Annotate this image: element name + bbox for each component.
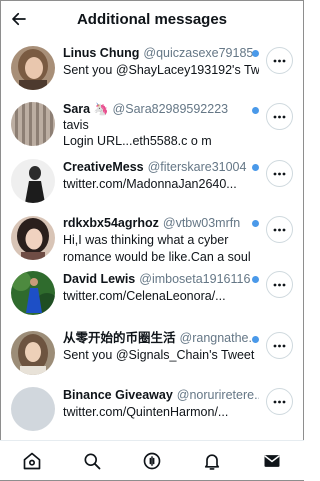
nav-home[interactable] (20, 449, 44, 473)
more-icon (273, 283, 286, 286)
sender-handle: @Sara82989592223 (112, 102, 229, 116)
message-preview: Sent you @Signals_Chain's Tweet (63, 348, 255, 362)
more-icon (273, 115, 286, 118)
home-icon (23, 452, 41, 470)
message-preview-line-2: romance would be like.Can a soul (63, 250, 251, 264)
more-options-button[interactable] (266, 160, 293, 187)
sender-name: Linus Chung (63, 46, 140, 60)
sender-name: rdkxbx54agrhoz (63, 216, 159, 230)
spaces-icon (143, 452, 161, 470)
sender-name: Sara (63, 102, 91, 116)
sender-handle: @imboseta1916116 (139, 272, 251, 286)
nav-spaces[interactable] (140, 449, 164, 473)
search-icon (84, 453, 101, 470)
unread-indicator (252, 276, 259, 283)
unread-indicator (252, 220, 259, 227)
page-title: Additional messages (76, 11, 228, 28)
more-icon (273, 172, 286, 175)
unread-indicator (252, 336, 259, 343)
message-preview: Sent you @ShayLacey193192's Tweet (63, 63, 259, 77)
conversation-row[interactable]: CreativeMess @fiterskare31004 twitter.com… (0, 157, 304, 213)
message-preview: twitter.com/MadonnaJan2640... (63, 177, 237, 191)
sender-name: David Lewis (63, 272, 136, 286)
avatar (11, 271, 55, 315)
avatar (11, 387, 55, 431)
nav-search[interactable] (80, 449, 104, 473)
conversation-row[interactable]: 从零开始的币圈生活 @rangnathe... Sent you @Signals… (0, 328, 304, 384)
notifications-icon (204, 454, 220, 470)
nav-notifications[interactable] (200, 449, 224, 473)
sender-name: CreativeMess (63, 160, 144, 174)
avatar (11, 159, 55, 203)
bottom-nav (0, 440, 304, 480)
sender-handle: @rangnathe... (179, 331, 259, 345)
unread-indicator (252, 164, 259, 171)
more-options-button[interactable] (266, 103, 293, 130)
unread-indicator (252, 50, 259, 57)
conversation-row[interactable]: Linus Chung @quiczasexe79185 Sent you @Sh… (0, 40, 304, 96)
message-preview-line-2: Login URL...eth5588.c o m (63, 134, 212, 148)
messages-icon (264, 455, 280, 467)
message-preview: twitter.com/QuintenHarmon/... (63, 405, 229, 419)
avatar (11, 216, 55, 260)
conversation-row[interactable]: Sara 🦄 @Sara82989592223 tavis Login URL..… (0, 99, 304, 155)
nav-messages[interactable] (260, 449, 284, 473)
sender-handle: @quiczasexe79185 (143, 46, 254, 60)
message-preview: twitter.com/CelenaLeonora/... (63, 289, 226, 303)
more-options-button[interactable] (266, 388, 293, 415)
sender-name: Binance Giveaway (63, 388, 173, 402)
more-icon (273, 228, 286, 231)
more-options-button[interactable] (266, 216, 293, 243)
sender-handle: @vtbw03mrfn (162, 216, 241, 230)
avatar (11, 331, 55, 375)
more-options-button[interactable] (266, 271, 293, 298)
avatar (11, 46, 55, 90)
sender-name: 从零开始的币圈生活 (63, 331, 176, 345)
message-preview-line-1: Hi,I was thinking what a cyber (63, 233, 229, 247)
sender-handle: @fiterskare31004 (147, 160, 247, 174)
more-icon (273, 400, 286, 403)
unread-indicator (252, 107, 259, 114)
sender-handle: @noruriretere... (176, 388, 259, 402)
header: Additional messages (0, 0, 304, 40)
more-icon (273, 59, 286, 62)
more-options-button[interactable] (266, 332, 293, 359)
conversation-row[interactable]: David Lewis @imboseta1916116 twitter.com/… (0, 270, 304, 326)
name-emoji: 🦄 (93, 102, 109, 116)
message-preview-line-1: tavis (63, 118, 89, 132)
avatar (11, 102, 55, 146)
conversation-row[interactable]: rdkxbx54agrhoz @vtbw03mrfn Hi,I was think… (0, 212, 304, 268)
more-icon (273, 344, 286, 347)
conversation-row[interactable]: Binance Giveaway @noruriretere... twitter… (0, 385, 304, 441)
more-options-button[interactable] (266, 47, 293, 74)
